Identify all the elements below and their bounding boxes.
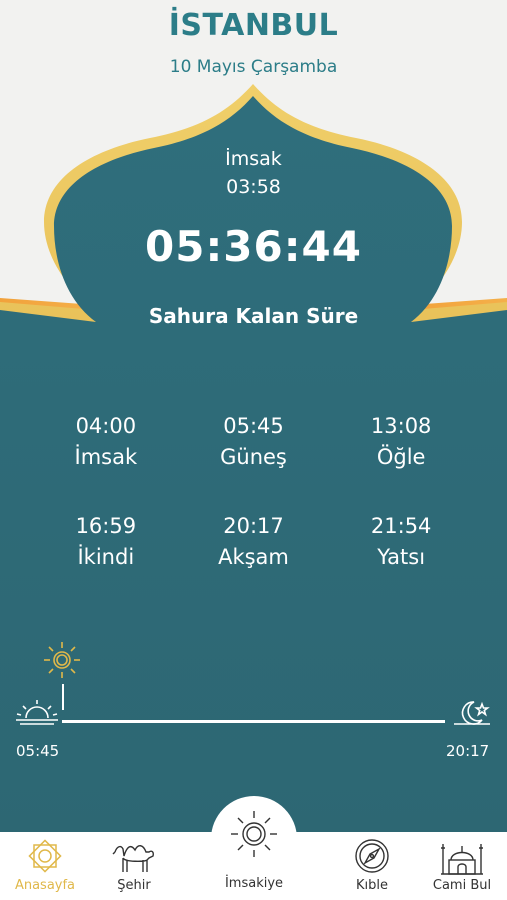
prayer-time: 16:59 <box>75 514 137 538</box>
countdown-timer: 05:36:44 <box>145 222 362 271</box>
camel-icon <box>112 845 154 872</box>
tab-label: İmsakiye <box>224 876 284 891</box>
prayer-time-cell: 05:45 Güneş <box>180 412 328 474</box>
tab-kible[interactable]: Kıble <box>334 832 410 900</box>
tab-anasayfa[interactable]: Anasayfa <box>4 832 86 900</box>
prayer-time-cell: 13:08 Öğle <box>327 412 475 474</box>
sun-timeline-track <box>62 720 445 723</box>
prayer-time: 04:00 <box>75 414 137 438</box>
prayer-name: Güneş <box>220 445 287 469</box>
sunrise-icon <box>16 700 58 725</box>
sun-calendar-icon <box>231 811 277 857</box>
date-label: 10 Mayıs Çarşamba <box>169 57 338 77</box>
prayer-time-cell: 04:00 İmsak <box>32 412 180 474</box>
sun-position-icon <box>44 642 80 678</box>
tab-label: Kıble <box>356 878 388 893</box>
prayer-times-grid: 04:00 İmsak 05:45 Güneş 13:08 Öğle 16:59… <box>32 412 475 574</box>
prayer-name: Akşam <box>218 545 289 569</box>
star-octagon-icon <box>28 839 62 873</box>
prayer-time-cell: 21:54 Yatsı <box>327 512 475 574</box>
tab-label: Anasayfa <box>14 878 76 893</box>
tab-cami-bul[interactable]: Cami Bul <box>420 832 504 900</box>
prayer-time-cell: 20:17 Akşam <box>180 512 328 574</box>
mosque-icon <box>441 844 483 875</box>
sunrise-time: 05:45 <box>16 742 60 760</box>
compass-icon <box>355 839 389 873</box>
tab-label: Cami Bul <box>432 878 492 893</box>
prayer-name: Yatsı <box>377 545 426 569</box>
prayer-time-cell: 16:59 İkindi <box>32 512 180 574</box>
next-prayer-name: İmsak <box>225 148 282 170</box>
next-prayer-time: 03:58 <box>226 176 281 198</box>
prayer-name: İmsak <box>74 445 138 469</box>
prayer-time: 05:45 <box>223 414 284 438</box>
tab-imsakiye[interactable]: İmsakiye <box>211 796 297 900</box>
moon-star-icon <box>454 701 490 725</box>
prayer-name: İkindi <box>77 545 135 569</box>
prayer-time: 13:08 <box>370 414 432 438</box>
tab-sehir[interactable]: Şehir <box>96 832 172 900</box>
sun-position-marker <box>62 684 64 710</box>
city-title[interactable]: İSTANBUL <box>0 8 507 43</box>
prayer-time: 21:54 <box>370 514 432 538</box>
sunset-time: 20:17 <box>446 742 490 760</box>
tab-label: Şehir <box>117 878 151 893</box>
prayer-time: 20:17 <box>223 514 284 538</box>
prayer-name: Öğle <box>376 445 426 469</box>
countdown-label: Sahura Kalan Süre <box>148 304 359 328</box>
